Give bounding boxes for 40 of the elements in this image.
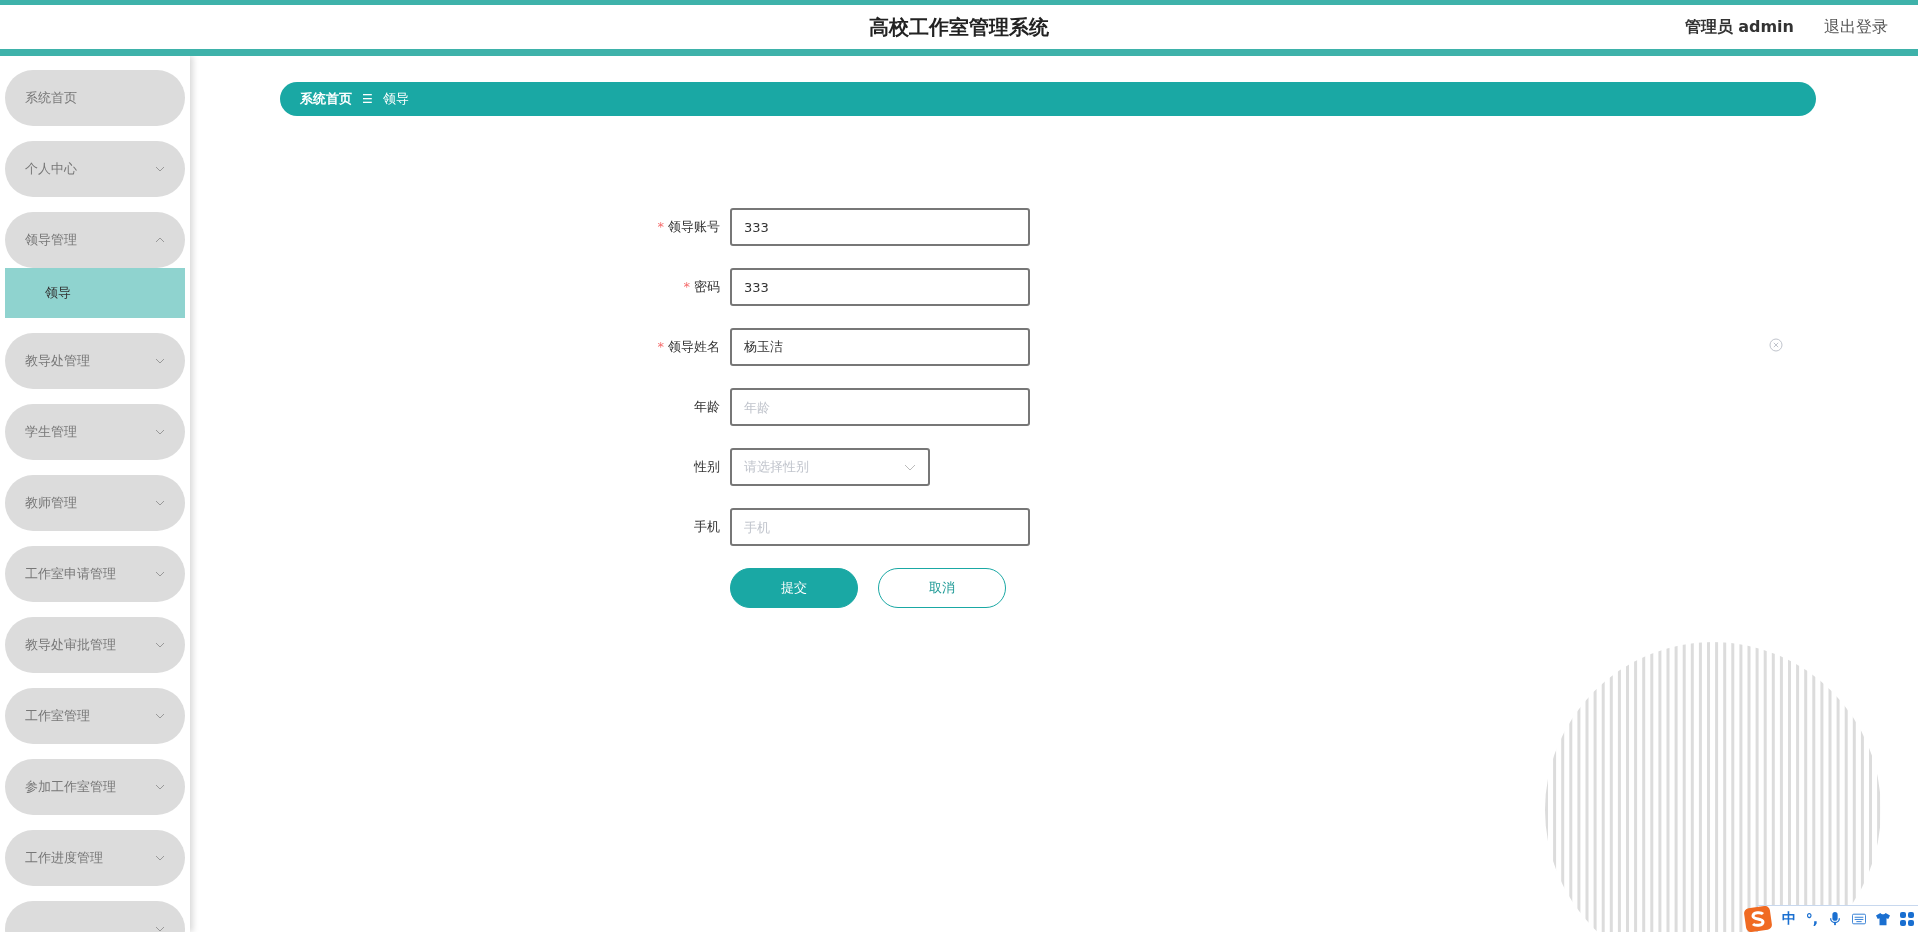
keyboard-icon[interactable] [1852,912,1866,926]
menu-item[interactable]: 参加工作室管理 [5,759,185,815]
menu-item[interactable]: 工作进度管理 [5,830,185,886]
input-field[interactable]: 年龄 [730,388,1030,426]
field-label: 年龄 [693,398,721,416]
ime-mode-toggle[interactable]: 中 [1781,910,1796,928]
logout-link[interactable]: 退出登录 [1824,16,1888,38]
field-label: * 密码 [682,278,721,296]
user-label: 管理员 admin [1684,16,1794,38]
microphone-icon[interactable] [1828,912,1842,926]
menu-item[interactable]: 领导管理 [5,212,185,268]
field-label: 手机 [693,518,721,536]
menu-item[interactable]: 教导处审批管理 [5,617,185,673]
submenu-item[interactable]: 领导 [5,268,185,318]
select-field[interactable]: 请选择性别 [730,448,930,486]
menu-item[interactable]: 个人中心 [5,141,185,197]
menu-item[interactable]: 工作室申请管理 [5,546,185,602]
cancel-button[interactable]: 取消 [878,568,1006,608]
ime-logo-icon[interactable] [1743,906,1772,932]
menu-item[interactable]: 学生管理 [5,404,185,460]
input-field[interactable]: 333 [730,268,1030,306]
ime-mode-toggle[interactable]: °, [1805,911,1818,927]
separator-icon: ☰ [362,92,373,106]
menu-item[interactable]: 系统首页 [5,70,185,126]
field-label: * 领导姓名 [656,338,721,356]
breadcrumb-link[interactable]: 系统首页 [300,90,352,108]
field-label: * 领导账号 [656,218,721,236]
apps-icon[interactable] [1900,912,1914,926]
app-title: 高校工作室管理系统 [869,13,1049,41]
menu-item[interactable]: 教师管理 [5,475,185,531]
breadcrumb-link[interactable]: 领导 [382,90,409,108]
shirt-icon[interactable] [1876,912,1890,926]
input-field[interactable]: 杨玉洁 [730,328,1030,366]
input-field[interactable]: 333 [730,208,1030,246]
input-field[interactable]: 手机 [730,508,1030,546]
menu-item[interactable]: 教导处管理 [5,333,185,389]
menu-item[interactable]: 工作室管理 [5,688,185,744]
submit-button[interactable]: 提交 [730,568,858,608]
field-label: 性别 [693,458,721,476]
chevron-icon [904,463,916,471]
